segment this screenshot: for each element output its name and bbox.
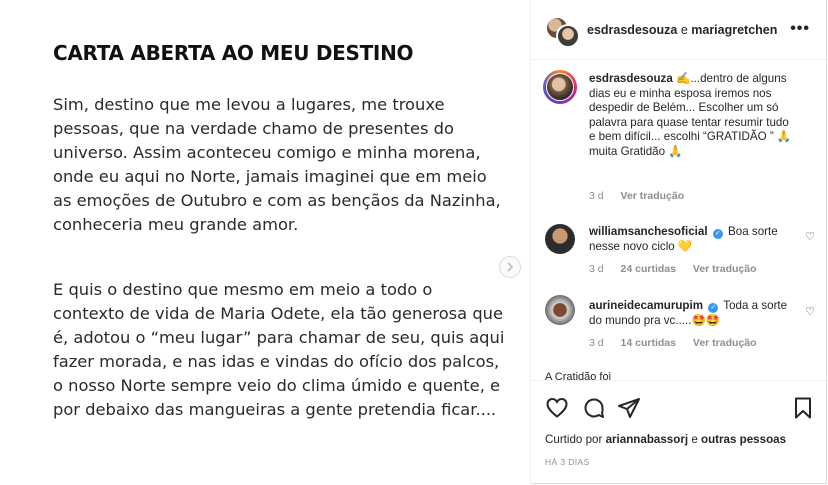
post-image[interactable]: CARTA ABERTA AO MEU DESTINO Sim, destino…: [0, 0, 530, 484]
comment-age[interactable]: 3 d: [589, 337, 604, 349]
more-horizontal-icon[interactable]: •••: [790, 20, 810, 38]
comment-avatar[interactable]: [545, 295, 575, 325]
comment-like-heart-icon[interactable]: ♡: [805, 305, 815, 318]
caption: esdrasdesouza ✍️...dentro de alguns dias…: [589, 72, 797, 159]
next-slide-button[interactable]: [499, 256, 521, 278]
caption-translate-link[interactable]: Ver tradução: [621, 190, 685, 202]
heart-icon[interactable]: [545, 396, 569, 420]
caption-username[interactable]: esdrasdesouza: [589, 72, 673, 85]
comment-meta: 3 d 14 curtidas Ver tradução: [589, 337, 771, 349]
post-date[interactable]: HÁ 3 DIAS: [545, 457, 590, 467]
comment-meta: 3 d 24 curtidas Ver tradução: [589, 263, 771, 275]
caption-avatar[interactable]: [543, 70, 577, 104]
verified-icon: ✓: [712, 229, 723, 239]
caption-meta: 3 d Ver tradução: [589, 190, 698, 202]
caption-age[interactable]: 3 d: [589, 190, 604, 202]
comment-likes[interactable]: 14 curtidas: [621, 337, 676, 349]
collab-avatars[interactable]: [545, 16, 580, 48]
post-actions: Curtido por ariannabassorj e outras pess…: [531, 380, 828, 484]
comment-translate-link[interactable]: Ver tradução: [693, 337, 757, 349]
liked-by-user[interactable]: ariannabassorj: [606, 433, 688, 446]
comment-age[interactable]: 3 d: [589, 263, 604, 275]
header-usernames: esdrasdesouza e mariagretchen: [587, 23, 777, 37]
liked-by-prefix: Curtido por: [545, 433, 603, 446]
liked-by-others[interactable]: outras pessoas: [701, 433, 786, 446]
header-user1[interactable]: esdrasdesouza: [587, 23, 677, 37]
share-icon[interactable]: [617, 396, 641, 420]
comment-avatar[interactable]: [545, 224, 575, 254]
comment-item: williamsanchesoficial ✓ Boa sorte nesse …: [589, 224, 794, 254]
liked-by-connector: e: [691, 433, 698, 446]
comment-translate-link[interactable]: Ver tradução: [693, 263, 757, 275]
comment-icon[interactable]: [582, 396, 606, 420]
post-paragraph-1: Sim, destino que me levou a lugares, me …: [53, 95, 501, 234]
comment-username[interactable]: aurineidecamurupim: [589, 299, 703, 312]
header-user2[interactable]: mariagretchen: [691, 23, 777, 37]
avatar[interactable]: [556, 24, 580, 48]
post-title: CARTA ABERTA AO MEU DESTINO: [53, 41, 414, 65]
bookmark-icon[interactable]: [791, 396, 815, 420]
chevron-right-icon: [506, 260, 514, 275]
comment-username[interactable]: williamsanchesoficial: [589, 225, 708, 238]
comment-item: aurineidecamurupim ✓ Toda a sorte do mun…: [589, 298, 794, 328]
post-header: esdrasdesouza e mariagretchen •••: [531, 0, 828, 60]
header-connector: e: [680, 23, 688, 37]
post-paragraph-2: E quis o destino que mesmo em meio a tod…: [53, 280, 505, 419]
comment-like-heart-icon[interactable]: ♡: [805, 230, 815, 243]
comments-panel: esdrasdesouza e mariagretchen ••• esdras…: [530, 0, 828, 484]
liked-by: Curtido por ariannabassorj e outras pess…: [545, 433, 786, 446]
verified-icon: ✓: [708, 303, 719, 313]
comment-likes[interactable]: 24 curtidas: [621, 263, 676, 275]
